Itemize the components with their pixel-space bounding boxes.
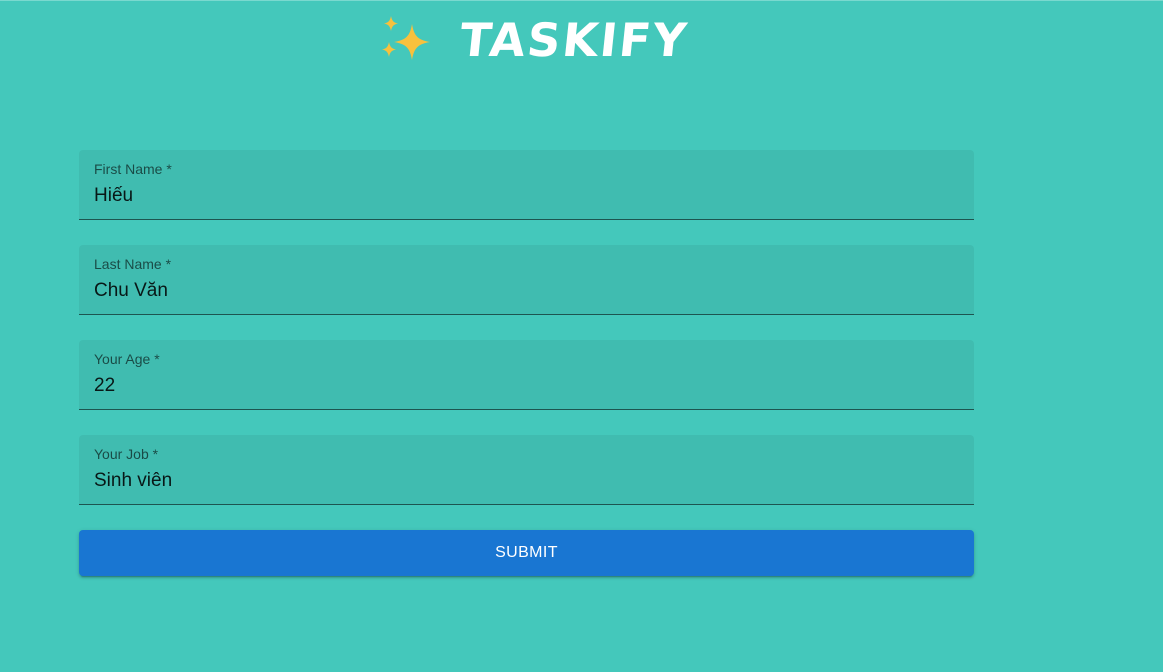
job-label: Your Job * xyxy=(94,446,159,462)
submit-button[interactable]: SUBMIT xyxy=(79,530,974,576)
last-name-label: Last Name * xyxy=(94,256,172,272)
last-name-input[interactable] xyxy=(94,278,954,304)
last-name-field[interactable]: Last Name * xyxy=(79,245,974,315)
age-label: Your Age * xyxy=(94,351,160,367)
app-title: TASKIFY xyxy=(457,13,691,67)
sparkles-icon xyxy=(382,16,430,60)
job-input[interactable] xyxy=(94,468,954,494)
first-name-label: First Name * xyxy=(94,161,172,177)
age-field[interactable]: Your Age * xyxy=(79,340,974,410)
profile-form: First Name * Last Name * Your Age * Your… xyxy=(79,150,974,576)
top-border xyxy=(0,0,1163,1)
first-name-input[interactable] xyxy=(94,183,954,209)
age-input[interactable] xyxy=(94,373,954,399)
app-header: TASKIFY xyxy=(378,10,691,70)
first-name-field[interactable]: First Name * xyxy=(79,150,974,220)
job-field[interactable]: Your Job * xyxy=(79,435,974,505)
